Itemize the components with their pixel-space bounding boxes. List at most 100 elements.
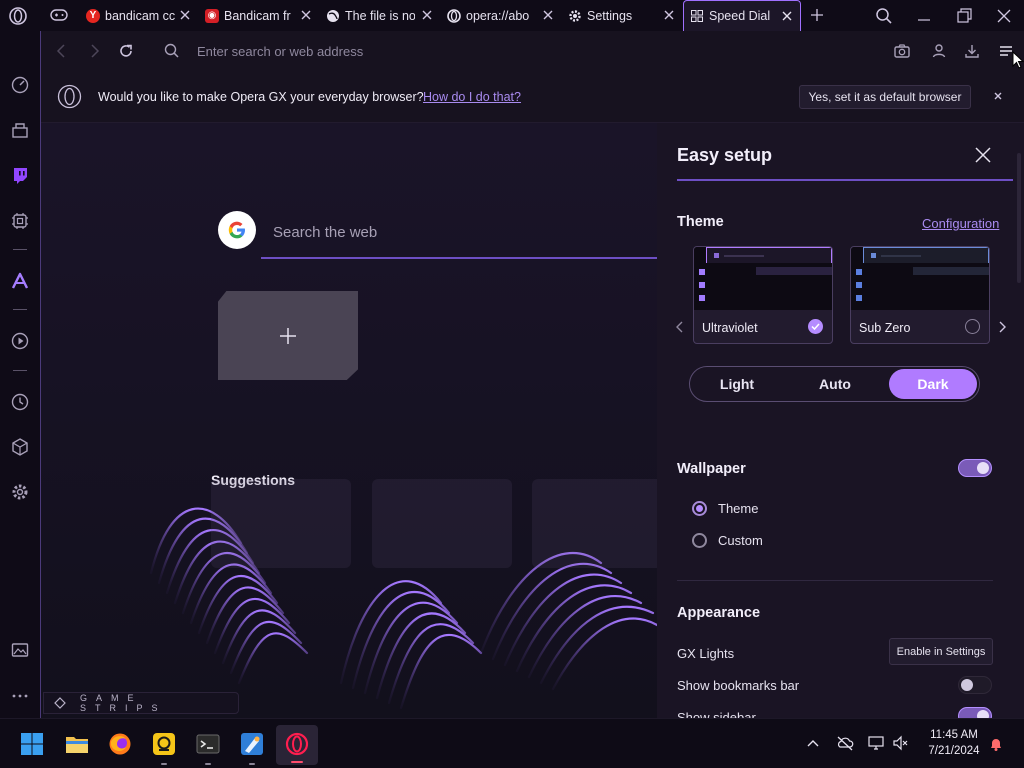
tab-opera-about[interactable]: opera://abo — [441, 0, 561, 31]
reload-icon[interactable] — [117, 42, 135, 60]
mode-auto-button[interactable]: Auto — [791, 369, 879, 399]
wallpaper-image-icon[interactable] — [10, 640, 30, 660]
close-window-icon[interactable] — [994, 6, 1014, 26]
twitch-icon[interactable] — [10, 165, 30, 185]
suggestion-tile[interactable] — [532, 479, 657, 568]
cube-icon[interactable] — [10, 437, 30, 457]
address-bar — [41, 31, 1024, 71]
player-icon[interactable] — [10, 331, 30, 351]
tab-title: opera://abo — [466, 8, 530, 23]
toggle-knob — [977, 710, 989, 718]
configuration-link[interactable]: Configuration — [922, 216, 999, 231]
tab-bandicam-fr[interactable]: ◉ Bandicam fr — [199, 0, 319, 31]
set-default-browser-button[interactable]: Yes, set it as default browser — [799, 85, 971, 109]
theme-next-chevron-icon[interactable] — [997, 320, 1007, 334]
tray-chevron-up-icon[interactable] — [806, 737, 820, 749]
wallpaper-custom-radio[interactable] — [692, 533, 707, 548]
new-tab-plus-icon[interactable] — [809, 7, 825, 23]
opera-gx-taskbar-button[interactable] — [276, 725, 318, 765]
tab-bandicam-cc[interactable]: Y bandicam cc — [80, 0, 198, 31]
mouse-cursor-icon — [1012, 51, 1024, 69]
volume-muted-icon[interactable] — [892, 735, 910, 751]
unselected-radio-icon — [965, 319, 980, 334]
tab-title: The file is no — [345, 8, 415, 23]
tab-title: Speed Dial — [709, 9, 771, 23]
restore-icon[interactable] — [954, 6, 974, 26]
address-search-icon — [163, 42, 181, 60]
show-sidebar-label: Show sidebar — [677, 710, 756, 718]
suggestion-tile[interactable] — [211, 479, 351, 568]
close-icon[interactable] — [541, 8, 555, 22]
download-icon[interactable] — [963, 42, 981, 60]
how-do-i-link[interactable]: How do I do that? — [423, 90, 521, 104]
settings-gear-icon[interactable] — [10, 482, 30, 502]
enable-in-settings-button[interactable]: Enable in Settings — [889, 638, 993, 665]
terminal-icon[interactable] — [196, 732, 220, 756]
tab-search-icon[interactable] — [874, 6, 894, 26]
search-web-box — [261, 209, 657, 259]
gamepad-icon[interactable] — [50, 8, 68, 22]
tab-speed-dial[interactable]: Speed Dial — [683, 0, 801, 31]
profile-icon[interactable] — [930, 42, 948, 60]
address-input[interactable] — [197, 42, 757, 60]
sidebar-separator — [13, 309, 27, 310]
panel-scrollbar[interactable] — [1017, 153, 1021, 283]
theme-heading: Theme — [677, 214, 724, 230]
notification-bell-icon[interactable] — [988, 736, 1004, 752]
firefox-icon[interactable] — [108, 732, 132, 756]
back-arrow-icon[interactable] — [53, 42, 71, 60]
close-icon[interactable] — [780, 9, 794, 23]
paint-app-icon[interactable] — [240, 732, 264, 756]
chip-icon[interactable] — [10, 211, 30, 231]
infobar-close-icon[interactable] — [992, 90, 1004, 102]
wallpaper-theme-radio[interactable] — [692, 501, 707, 516]
opera-gx-menu-icon[interactable] — [8, 6, 28, 26]
infobar-message: Would you like to make Opera GX your eve… — [98, 90, 424, 104]
theme-card-ultraviolet[interactable]: Ultraviolet — [693, 246, 833, 344]
easy-setup-close-icon[interactable] — [973, 145, 993, 165]
close-icon[interactable] — [299, 8, 313, 22]
add-speed-dial-tile[interactable] — [218, 291, 358, 380]
cart-icon[interactable] — [10, 120, 30, 140]
forward-arrow-icon[interactable] — [85, 42, 103, 60]
speed-dial-content: Suggestions GAME STRIPS — [41, 123, 657, 718]
speedometer-icon[interactable] — [10, 74, 30, 94]
close-icon[interactable] — [420, 8, 434, 22]
camera-icon[interactable] — [893, 42, 911, 60]
close-icon[interactable] — [662, 8, 676, 22]
suggestion-tile[interactable] — [372, 479, 512, 568]
tab-file-not-found[interactable]: The file is no — [320, 0, 440, 31]
wallpaper-toggle[interactable] — [958, 459, 992, 477]
pdf-reader-icon[interactable] — [152, 732, 176, 756]
theme-prev-chevron-icon[interactable] — [675, 320, 685, 334]
minimize-icon[interactable] — [914, 6, 934, 26]
selected-check-icon — [808, 319, 823, 334]
windows-taskbar: 11:45 AM 7/21/2024 — [0, 718, 1024, 768]
mode-light-button[interactable]: Light — [693, 369, 781, 399]
tab-settings[interactable]: Settings — [562, 0, 682, 31]
more-dots-icon[interactable] — [10, 691, 30, 701]
sidebar-toggle[interactable] — [958, 707, 992, 718]
close-icon[interactable] — [178, 8, 192, 22]
bookmarks-bar-toggle[interactable] — [958, 676, 992, 694]
windows-start-icon[interactable] — [20, 732, 44, 756]
aria-icon[interactable] — [10, 271, 30, 291]
taskbar-time[interactable]: 11:45 AM — [922, 729, 986, 741]
plus-icon — [280, 327, 296, 344]
taskbar-date[interactable]: 7/21/2024 — [922, 745, 986, 757]
theme-card-sub-zero[interactable]: Sub Zero — [850, 246, 990, 344]
file-explorer-icon[interactable] — [65, 732, 89, 756]
network-icon[interactable] — [868, 735, 886, 751]
game-strips-bar[interactable]: GAME STRIPS — [43, 692, 239, 714]
wallpaper-theme-label: Theme — [718, 501, 759, 516]
theme-card-name: Ultraviolet — [702, 321, 758, 335]
history-clock-icon[interactable] — [10, 392, 30, 412]
wallpaper-custom-label: Custom — [718, 533, 763, 548]
mode-dark-button[interactable]: Dark — [889, 369, 977, 399]
search-web-input[interactable] — [273, 221, 623, 243]
appearance-heading: Appearance — [677, 605, 761, 621]
onedrive-offline-icon[interactable] — [836, 735, 854, 751]
sidebar — [0, 31, 40, 718]
browser-frame: Would you like to make Opera GX your eve… — [40, 31, 1024, 718]
toggle-knob — [977, 462, 989, 474]
